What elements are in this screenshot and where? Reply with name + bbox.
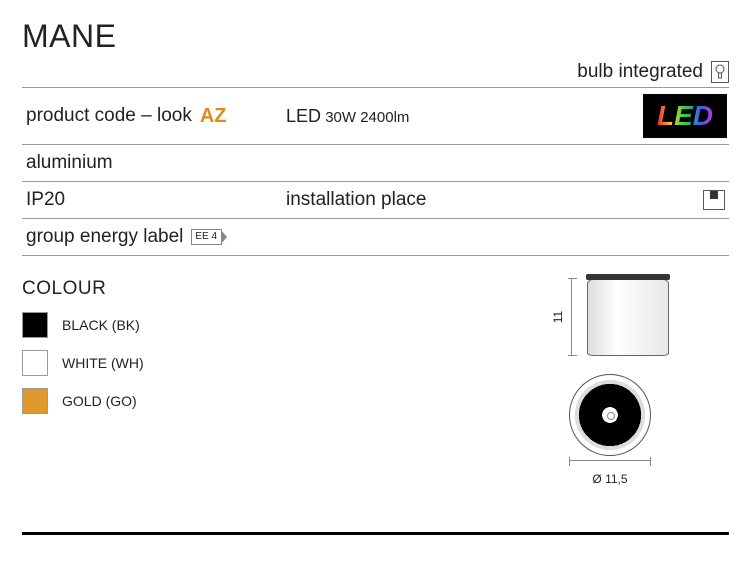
footer-rule [22,532,729,535]
colour-title: COLOUR [22,278,509,300]
product-code-cell: product code – look AZ [22,88,282,144]
cylinder-side-icon [587,278,669,356]
dimension-line-horizontal [569,460,651,468]
energy-label-text: group energy label [26,226,183,248]
spec-row-energy: group energy label EE 4 [22,219,729,256]
product-title: MANE [22,18,729,55]
bulb-integrated-row: bulb integrated [22,61,729,83]
spec-row-product-code: product code – look AZ LED 30W 2400lm LE… [22,88,729,145]
installation-place-cell: installation place [282,182,729,218]
bulb-icon [711,61,729,83]
swatch-black [22,312,48,338]
lower-section: COLOUR BLACK (BK) WHITE (WH) GOLD (GO) 1… [22,278,729,486]
colour-item-white: WHITE (WH) [22,350,509,376]
dimension-line-vertical [571,278,581,356]
colour-label: BLACK (BK) [62,317,140,333]
colour-block: COLOUR BLACK (BK) WHITE (WH) GOLD (GO) [22,278,509,486]
led-spec-text: LED 30W 2400lm [286,106,409,127]
colour-label: WHITE (WH) [62,355,144,371]
bottom-view-drawing: Ø 11,5 [569,374,651,486]
spec-row-ip: IP20 installation place [22,182,729,219]
dimension-diameter: Ø 11,5 [569,472,651,486]
energy-label-cell: group energy label EE 4 [22,219,282,255]
ip-rating-cell: IP20 [22,182,282,218]
swatch-gold [22,388,48,414]
side-view-drawing: 11 [551,278,669,356]
energy-badge-icon: EE 4 [191,229,222,245]
colour-label: GOLD (GO) [62,393,137,409]
dimension-height: 11 [551,310,565,324]
swatch-white [22,350,48,376]
product-code-label: product code – look [26,105,192,127]
colour-item-black: BLACK (BK) [22,312,509,338]
spec-row-material: aluminium [22,145,729,182]
bulb-integrated-label: bulb integrated [577,61,703,83]
material-cell: aluminium [22,145,282,181]
installation-place-label: installation place [286,189,426,211]
led-spec-cell: LED 30W 2400lm LED [282,88,729,144]
ceiling-mount-icon [703,190,725,210]
led-badge: LED [643,94,727,138]
spec-table: product code – look AZ LED 30W 2400lm LE… [22,87,729,256]
colour-item-gold: GOLD (GO) [22,388,509,414]
cylinder-bottom-icon [569,374,651,456]
led-badge-text: LED [657,100,713,132]
product-code-az: AZ [200,105,227,128]
technical-drawings: 11 Ø 11,5 [509,278,729,486]
